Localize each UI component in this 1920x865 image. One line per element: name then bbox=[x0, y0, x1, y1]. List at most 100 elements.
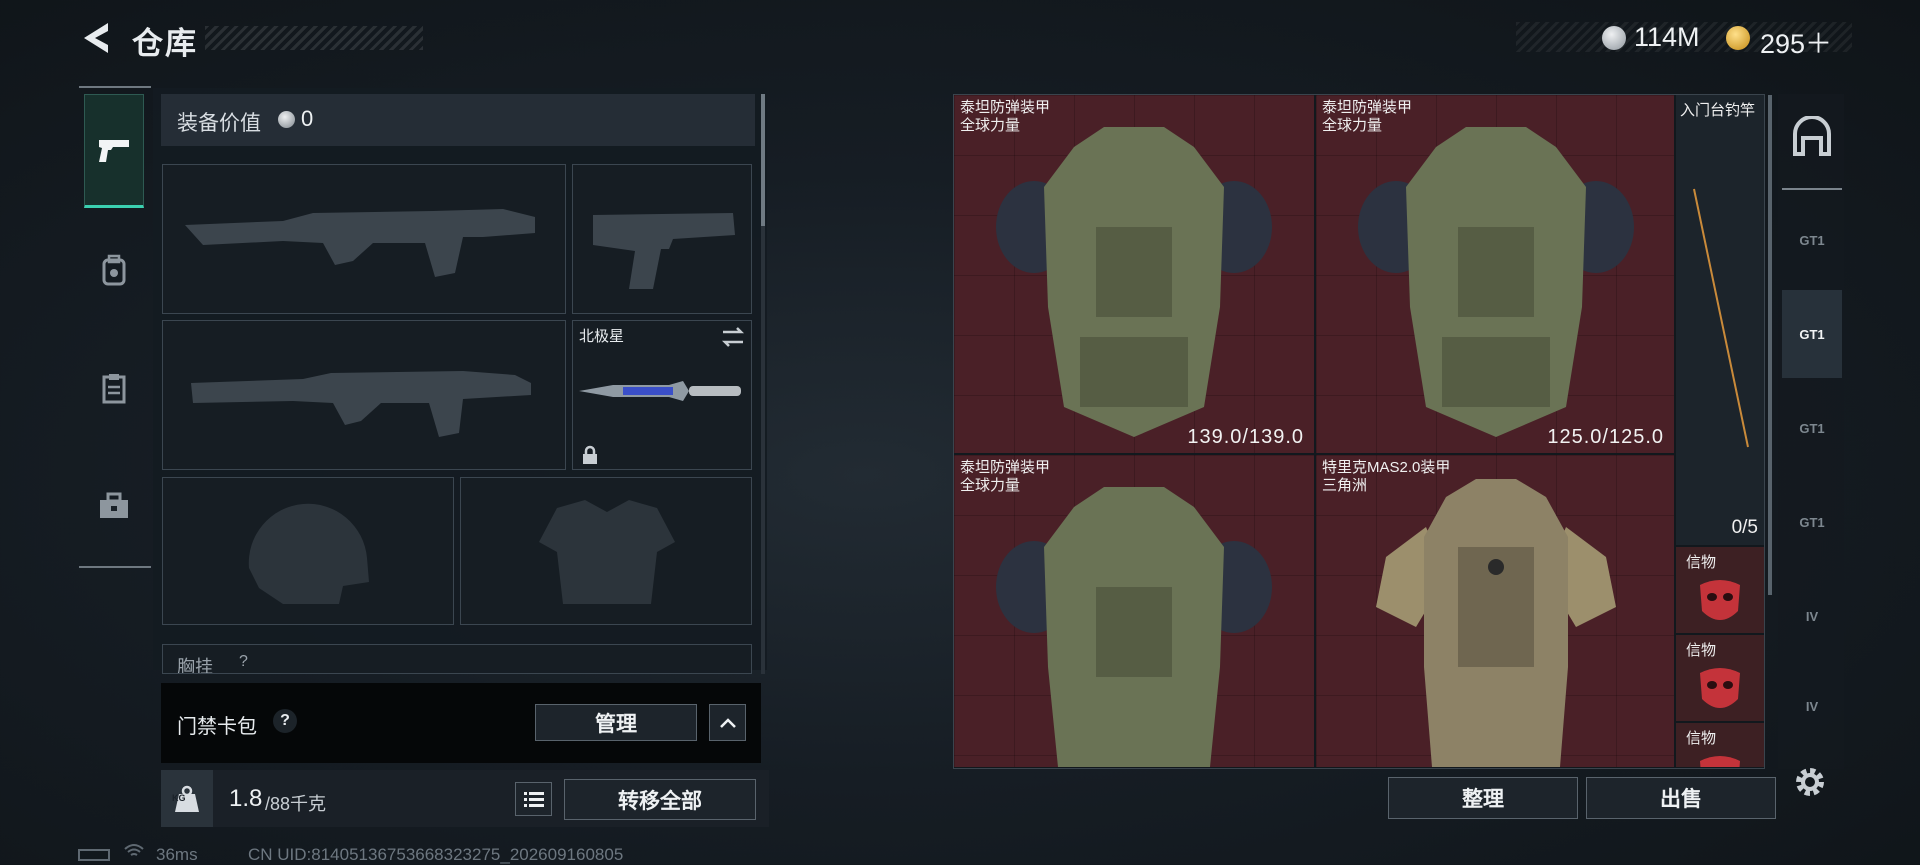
body-armor-icon bbox=[1376, 479, 1616, 767]
rail-divider-top bbox=[79, 86, 151, 88]
secondary-weapon-slot[interactable] bbox=[162, 320, 566, 470]
stash-page-tab[interactable]: IV bbox=[1782, 572, 1842, 660]
help-icon[interactable]: ? bbox=[239, 653, 248, 671]
item-name: 信物 bbox=[1686, 554, 1717, 571]
ticket-icon bbox=[1726, 26, 1750, 50]
chevron-left-icon bbox=[84, 23, 108, 53]
coin-balance: 114M bbox=[1634, 22, 1700, 52]
stash-page-tab[interactable]: GT1 bbox=[1782, 196, 1842, 284]
list-view-button[interactable] bbox=[515, 782, 552, 816]
fishing-rod-icon bbox=[1693, 188, 1749, 448]
page-tab-label: GT1 bbox=[1799, 232, 1825, 248]
stash-item-armor[interactable]: 特里克MAS2.0装甲 三角洲 bbox=[1316, 455, 1674, 767]
chevron-up-icon bbox=[719, 717, 736, 728]
page-tab-label: GT1 bbox=[1799, 514, 1825, 530]
weight-bar: KG 1.8 /88千克 转移全部 bbox=[161, 770, 769, 827]
item-durability: 139.0/139.0 bbox=[1187, 426, 1304, 448]
equipment-scroll-thumb[interactable] bbox=[761, 94, 765, 226]
page-title: 仓库 bbox=[132, 26, 198, 61]
equipment-value-label: 装备价值 bbox=[177, 112, 261, 135]
ticket-balance[interactable]: 295＋ bbox=[1760, 22, 1832, 61]
red-mask-icon bbox=[1700, 668, 1740, 708]
knife-icon bbox=[579, 381, 741, 401]
stash-page-tab[interactable]: IV bbox=[1782, 666, 1842, 746]
stash-item-armor[interactable]: 泰坦防弹装甲 全球力量 bbox=[954, 455, 1314, 767]
keycard-label: 门禁卡包 bbox=[177, 716, 257, 738]
stash-page-tab-active[interactable]: GT1 bbox=[1782, 290, 1842, 378]
melee-name: 北极星 bbox=[579, 328, 625, 345]
rail-tab-weapons[interactable] bbox=[84, 94, 144, 208]
weight-capacity: /88千克 bbox=[265, 794, 327, 814]
sidearm-slot[interactable] bbox=[572, 164, 752, 314]
item-durability: 125.0/125.0 bbox=[1547, 426, 1664, 448]
rail-tab-toolbox[interactable] bbox=[84, 466, 144, 546]
chest-rig-slot[interactable]: 胸挂 ? bbox=[162, 644, 752, 674]
ping-text: 36ms bbox=[156, 845, 198, 864]
pistol-icon bbox=[99, 140, 129, 162]
primary-weapon-slot[interactable] bbox=[162, 164, 566, 314]
list-icon bbox=[523, 792, 544, 807]
collapse-button[interactable] bbox=[709, 704, 746, 741]
page-tab-label: IV bbox=[1805, 698, 1819, 714]
chest-rig-label: 胸挂 bbox=[177, 657, 213, 674]
weight-badge bbox=[161, 770, 213, 827]
keycard-bar: 门禁卡包 ? 管理 bbox=[161, 683, 761, 763]
gear-icon bbox=[1796, 768, 1824, 796]
warehouse-icon bbox=[1793, 116, 1831, 156]
item-name: 信物 bbox=[1686, 642, 1717, 659]
vest-silhouette-icon bbox=[539, 500, 675, 604]
melee-slot[interactable]: 北极星 bbox=[572, 320, 752, 470]
battery-icon bbox=[78, 849, 110, 861]
coin-icon bbox=[1602, 26, 1626, 50]
rail-tab-backpack[interactable] bbox=[84, 230, 144, 310]
body-armor-icon bbox=[1358, 127, 1634, 437]
pistol-silhouette-icon bbox=[593, 213, 735, 289]
item-name: 入门台钓竿 bbox=[1680, 102, 1756, 119]
toolbox-icon bbox=[100, 492, 128, 518]
red-mask-icon bbox=[1700, 756, 1740, 767]
back-button[interactable] bbox=[78, 18, 114, 58]
helmet-silhouette-icon bbox=[248, 503, 369, 604]
lock-icon bbox=[583, 445, 597, 464]
stash-item-token[interactable]: 信物 bbox=[1676, 723, 1764, 767]
uid-text: CN UID:814051367536683232​75_20260916080… bbox=[248, 845, 624, 864]
help-icon[interactable]: ? bbox=[273, 709, 297, 733]
rifle-silhouette-icon bbox=[191, 371, 531, 437]
sort-button[interactable]: 整理 bbox=[1388, 777, 1578, 819]
token-count: 0/5 bbox=[1731, 517, 1758, 538]
item-name: 信物 bbox=[1686, 730, 1717, 747]
rail-divider bbox=[1782, 188, 1842, 190]
stash-item-token[interactable]: 信物 bbox=[1676, 547, 1764, 633]
body-armor-icon bbox=[996, 487, 1272, 767]
wifi-icon bbox=[124, 844, 144, 856]
rifle-silhouette-icon bbox=[185, 209, 535, 277]
manage-button[interactable]: 管理 bbox=[535, 704, 697, 741]
stash-item-armor[interactable]: 泰坦防弹装甲 全球力量 139.0/139.0 bbox=[954, 95, 1314, 453]
body-armor-slot[interactable] bbox=[460, 477, 752, 625]
helmet-slot[interactable] bbox=[162, 477, 454, 625]
stash-item-armor[interactable]: 泰坦防弹装甲 全球力量 125.0/125.0 bbox=[1316, 95, 1674, 453]
fishing-rod-slot[interactable]: 入门台钓竿 0/5 bbox=[1676, 95, 1764, 545]
title-decoration bbox=[205, 26, 423, 50]
stash-scrollbar[interactable] bbox=[1768, 95, 1772, 595]
backpack-icon bbox=[102, 254, 126, 286]
stash-item-token[interactable]: 信物 bbox=[1676, 635, 1764, 721]
swap-icon[interactable] bbox=[719, 325, 747, 349]
page-tab-label: GT1 bbox=[1799, 420, 1825, 436]
weight-current: 1.8 bbox=[229, 785, 263, 812]
page-tab-label: IV bbox=[1805, 608, 1819, 624]
page-tab-label: GT1 bbox=[1799, 326, 1825, 342]
stash-page-tab[interactable]: GT1 bbox=[1782, 384, 1842, 472]
equipment-value-header: 装备价值 0 bbox=[161, 94, 755, 146]
stash-home-tab[interactable] bbox=[1782, 88, 1842, 184]
transfer-all-button[interactable]: 转移全部 bbox=[564, 779, 756, 820]
settings-button[interactable] bbox=[1790, 762, 1830, 802]
rail-divider-bottom bbox=[79, 566, 151, 568]
stash-page-tab[interactable]: GT1 bbox=[1782, 478, 1842, 566]
red-mask-icon bbox=[1700, 580, 1740, 620]
sell-button[interactable]: 出售 bbox=[1586, 777, 1776, 819]
coin-icon bbox=[278, 111, 295, 128]
weight-badge-text: KG bbox=[172, 793, 186, 803]
body-armor-icon bbox=[996, 127, 1272, 437]
rail-tab-armor[interactable] bbox=[84, 348, 144, 428]
